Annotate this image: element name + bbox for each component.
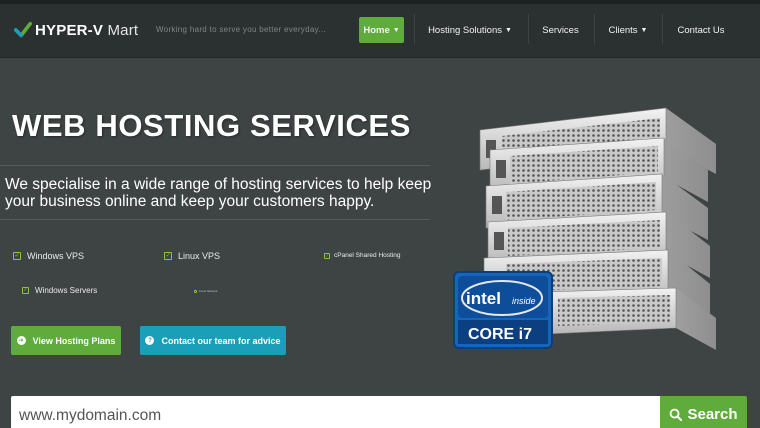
search-button-label: Search <box>687 406 738 423</box>
checkbox-icon: ✓ <box>22 287 29 294</box>
brand-name-light: Mart <box>107 21 139 39</box>
caret-down-icon: ▼ <box>505 26 512 34</box>
feature-cpanel: ✓ cPanel Shared Hosting <box>324 252 401 259</box>
intel-wordmark: intel <box>466 289 501 308</box>
intel-core-i7-badge: intel inside CORE i7 <box>453 271 553 349</box>
server-stack-illustration: intel inside CORE i7 <box>453 107 716 350</box>
nav-hosting-solutions[interactable]: Hosting Solutions ▼ <box>424 17 516 43</box>
checkbox-icon: ✓ <box>324 252 330 259</box>
feature-linux-servers-label: Linux Servers <box>199 289 218 293</box>
nav-divider <box>414 14 415 44</box>
divider <box>0 165 430 166</box>
nav-clients-label: Clients <box>608 24 638 36</box>
checkbox-icon: ✓ <box>13 252 21 260</box>
nav-clients[interactable]: Clients ▼ <box>604 17 652 43</box>
nav-contact-label: Contact Us <box>677 24 725 36</box>
caret-down-icon: ▼ <box>392 26 400 34</box>
nav-divider <box>528 14 529 44</box>
nav-divider <box>594 14 595 44</box>
hero-title: WEB HOSTING SERVICES <box>12 108 411 143</box>
feature-linux-vps: ✓ Linux VPS <box>164 251 220 261</box>
divider <box>0 219 430 220</box>
search-icon <box>670 408 683 421</box>
feature-linux-vps-label: Linux VPS <box>178 251 221 261</box>
nav-contact[interactable]: Contact Us <box>672 17 730 43</box>
search-button[interactable]: Search <box>660 396 747 428</box>
feature-linux-servers: ✓ Linux Servers <box>194 289 217 293</box>
feature-windows-vps: ✓ Windows VPS <box>13 251 84 261</box>
caret-down-icon: ▼ <box>640 26 648 34</box>
nav-home[interactable]: Home ▼ <box>359 17 404 43</box>
feature-windows-servers-label: Windows Servers <box>35 286 98 295</box>
checkbox-icon: ✓ <box>164 252 172 260</box>
contact-team-label: Contact our team for advice <box>161 335 281 346</box>
browser-status-strip <box>0 0 760 4</box>
feature-cpanel-label: cPanel Shared Hosting <box>334 252 401 259</box>
domain-search-input[interactable] <box>11 396 660 428</box>
question-circle-icon: ? <box>145 336 155 345</box>
contact-team-button[interactable]: ? Contact our team for advice <box>140 326 286 355</box>
feature-windows-servers: ✓ Windows Servers <box>22 286 97 295</box>
brand-logo[interactable]: HYPER-V Mart <box>14 19 138 41</box>
nav-hosting-solutions-label: Hosting Solutions <box>428 24 502 36</box>
brand-name: HYPER-V Mart <box>35 22 138 39</box>
feature-windows-vps-label: Windows VPS <box>27 251 85 261</box>
checkbox-icon: ✓ <box>194 289 197 293</box>
top-navbar: HYPER-V Mart Working hard to serve you b… <box>0 0 760 58</box>
view-hosting-plans-button[interactable]: ➜ View Hosting Plans <box>11 326 121 355</box>
hero-description: We specialise in a wide range of hosting… <box>5 176 432 210</box>
check-logo-icon <box>14 21 32 38</box>
view-hosting-plans-label: View Hosting Plans <box>32 335 116 346</box>
site-tagline: Working hard to serve you better everyda… <box>156 25 326 34</box>
intel-inside-text: inside <box>512 296 536 306</box>
core-i7-text: CORE i7 <box>468 326 532 343</box>
brand-name-bold: HYPER-V <box>35 21 104 39</box>
nav-services-label: Services <box>542 24 579 36</box>
nav-services[interactable]: Services <box>538 17 583 43</box>
arrow-circle-icon: ➜ <box>16 336 26 345</box>
nav-divider <box>662 14 663 44</box>
nav-home-label: Home <box>363 24 390 36</box>
